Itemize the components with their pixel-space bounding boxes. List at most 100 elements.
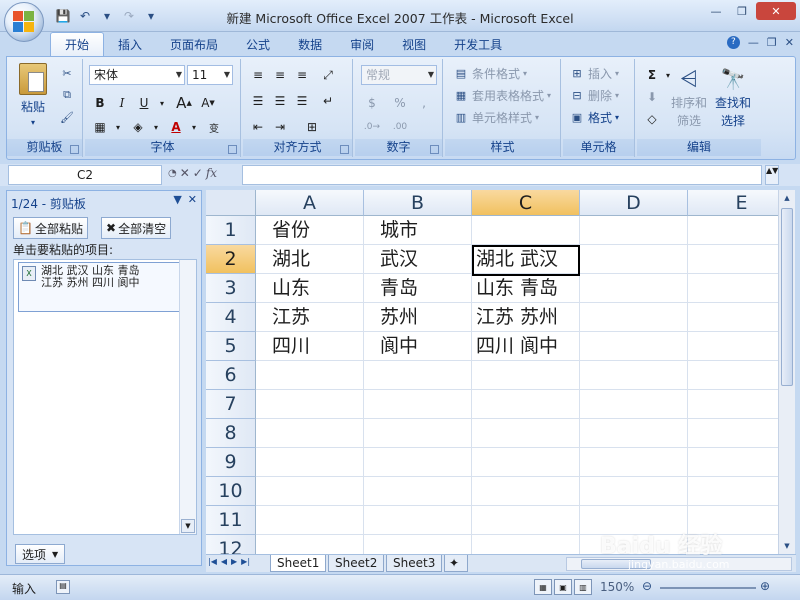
confirm-entry-icon[interactable]: ✓ (193, 166, 203, 180)
underline-dropdown-icon[interactable]: ▾ (151, 93, 173, 113)
cell-a2[interactable]: 湖北 (256, 245, 364, 274)
border-dropdown-icon[interactable]: ▾ (107, 117, 129, 137)
grid-cell[interactable] (472, 477, 580, 506)
fill-dropdown-icon[interactable]: ▾ (145, 117, 167, 137)
sheet-tab-2[interactable]: Sheet2 (328, 555, 385, 572)
grid-cell[interactable] (580, 448, 688, 477)
grid-cell[interactable] (256, 506, 364, 535)
workbook-close-icon[interactable]: ✕ (785, 36, 794, 49)
tab-formulas[interactable]: 公式 (232, 32, 284, 56)
vertical-scrollbar[interactable]: ▲ ▼ (778, 190, 795, 554)
clear-all-button[interactable]: ✖ 全部清空 (101, 217, 172, 239)
grid-cell[interactable] (580, 419, 688, 448)
grid-cell[interactable] (688, 361, 778, 390)
workbook-minimize-icon[interactable]: — (748, 36, 759, 49)
pane-scrollbar[interactable]: ▼ (179, 260, 196, 534)
formula-input[interactable] (242, 165, 762, 185)
tab-view[interactable]: 视图 (388, 32, 440, 56)
percent-icon[interactable]: % (389, 93, 411, 113)
pane-close-icon[interactable]: ✕ (188, 193, 197, 206)
grid-cell[interactable] (580, 274, 688, 303)
pane-menu-icon[interactable]: ▼ (173, 193, 181, 206)
align-center-icon[interactable]: ☰ (269, 91, 291, 111)
grid-cell[interactable] (580, 303, 688, 332)
cell-a4[interactable]: 江苏 (256, 303, 364, 332)
insert-cells-button[interactable]: ⊞ 插入 ▾ (569, 65, 619, 82)
minimize-icon[interactable]: — (704, 2, 728, 20)
workbook-restore-icon[interactable]: ❐ (767, 36, 777, 49)
decrease-decimal-icon[interactable]: .00 (389, 117, 411, 137)
cell-a3[interactable]: 山东 (256, 274, 364, 303)
tab-insert[interactable]: 插入 (104, 32, 156, 56)
row-header[interactable]: 4 (206, 303, 256, 332)
formula-bar-expand-icon[interactable]: ▲▼ (765, 165, 779, 185)
format-painter-icon[interactable]: 🖌 (59, 109, 75, 125)
column-header[interactable]: C (472, 190, 580, 216)
cell-b2[interactable]: 武汉 (364, 245, 472, 274)
grid-cell[interactable] (256, 390, 364, 419)
cell-b5[interactable]: 阆中 (364, 332, 472, 361)
grid-cell[interactable] (472, 535, 580, 554)
tab-page-layout[interactable]: 页面布局 (156, 32, 232, 56)
grid-cell[interactable] (472, 390, 580, 419)
column-header[interactable]: A (256, 190, 364, 216)
grid-cell[interactable] (364, 361, 472, 390)
cell-a5[interactable]: 四川 (256, 332, 364, 361)
grid-cell[interactable] (256, 361, 364, 390)
grid-cell[interactable] (472, 216, 580, 245)
close-icon[interactable]: ✕ (756, 2, 796, 20)
grid-cell[interactable] (364, 390, 472, 419)
sheet-tab-1[interactable]: Sheet1 (270, 555, 327, 572)
sheet-tab-3[interactable]: Sheet3 (386, 555, 443, 572)
tab-review[interactable]: 审阅 (336, 32, 388, 56)
paste-all-button[interactable]: 📋 全部粘贴 (13, 217, 88, 239)
italic-button[interactable]: I (111, 93, 133, 113)
help-icon[interactable]: ? (726, 36, 740, 49)
alignment-launcher-icon[interactable] (340, 145, 349, 154)
orientation-icon[interactable]: ⤢ (317, 65, 339, 85)
delete-cells-button[interactable]: ⊟ 删除 ▾ (569, 87, 619, 104)
cell-b3[interactable]: 青岛 (364, 274, 472, 303)
number-format-combo[interactable]: 常规 ▼ (361, 65, 437, 85)
grid-cell[interactable] (472, 361, 580, 390)
comma-icon[interactable]: , (413, 93, 435, 113)
grid-cell[interactable] (688, 216, 778, 245)
macro-record-icon[interactable]: ▤ (56, 580, 70, 594)
column-header[interactable]: E (688, 190, 778, 216)
align-bottom-icon[interactable]: ≡ (291, 65, 313, 85)
conditional-format-button[interactable]: ▤ 条件格式 ▾ (453, 65, 527, 82)
options-button[interactable]: 选项 ▼ (15, 544, 66, 564)
row-header[interactable]: 11 (206, 506, 256, 535)
page-layout-view-icon[interactable]: ▣ (554, 579, 572, 595)
grid-cell[interactable] (688, 303, 778, 332)
office-button[interactable] (4, 2, 44, 42)
grid-cell[interactable] (688, 419, 778, 448)
align-right-icon[interactable]: ☰ (291, 91, 313, 111)
first-sheet-icon[interactable]: |◀ (208, 557, 217, 566)
zoom-out-icon[interactable]: ⊖ (642, 579, 652, 593)
zoom-level[interactable]: 150% (600, 580, 634, 594)
zoom-in-icon[interactable]: ⊕ (760, 579, 770, 593)
grid-cell[interactable] (580, 245, 688, 274)
shrink-font-button[interactable]: A ▼ (197, 93, 219, 113)
grid-cell[interactable] (364, 419, 472, 448)
cell-b1[interactable]: 城市 (364, 216, 472, 245)
increase-decimal-icon[interactable]: .0→ (361, 117, 383, 137)
grid-cell[interactable] (688, 448, 778, 477)
merge-center-icon[interactable]: ⊞ (301, 117, 323, 137)
row-header[interactable]: 2 (206, 245, 256, 274)
sort-filter-button[interactable]: ⩤ 排序和 筛选 (671, 65, 707, 129)
row-header[interactable]: 12 (206, 535, 256, 554)
align-middle-icon[interactable]: ≡ (269, 65, 291, 85)
last-sheet-icon[interactable]: ▶| (241, 557, 250, 566)
cancel-entry-icon[interactable]: ✕ (180, 166, 190, 180)
tab-data[interactable]: 数据 (284, 32, 336, 56)
grid-cell[interactable] (364, 506, 472, 535)
grid-cell[interactable] (580, 216, 688, 245)
tab-home[interactable]: 开始 (50, 32, 105, 56)
wrap-text-icon[interactable]: ↵ (317, 91, 339, 111)
grid-cell[interactable] (688, 332, 778, 361)
grid-cell[interactable] (580, 361, 688, 390)
normal-view-icon[interactable]: ▦ (534, 579, 552, 595)
row-header[interactable]: 10 (206, 477, 256, 506)
